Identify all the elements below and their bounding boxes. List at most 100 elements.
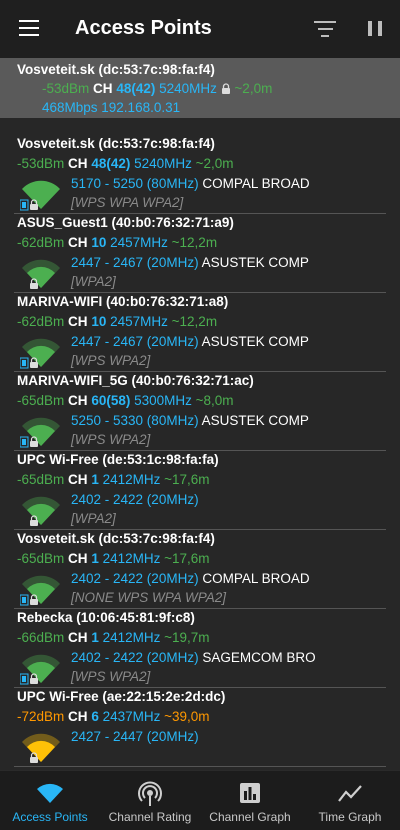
ap-signal: -72dBm	[17, 709, 65, 724]
ap-distance: ~17,6m	[164, 551, 210, 566]
wifi-signal-icon	[20, 654, 60, 685]
connected-ch-label: CH	[93, 81, 113, 96]
bar-chart-icon	[240, 783, 260, 803]
ap-ssid: MARIVA-WIFI (40:b0:76:32:71:a8)	[17, 294, 229, 309]
divider	[14, 687, 386, 688]
access-point-row[interactable]: MARIVA-WIFI_5G (40:b0:76:32:71:ac) -65dBm…	[0, 373, 400, 452]
ap-distance: ~19,7m	[164, 630, 210, 645]
ap-range: 2447 - 2467 (20MHz) ASUSTEK COMP	[71, 255, 309, 270]
ap-vendor: ASUSTEK COMP	[201, 413, 309, 428]
connected-ssid: Vosveteit.sk (dc:53:7c:98:fa:f4)	[17, 62, 215, 77]
ap-frequency: 2412MHz	[102, 551, 161, 566]
ap-vendor: COMPAL BROAD	[202, 176, 310, 191]
connected-frequency: 5240MHz	[159, 81, 217, 96]
app-bar: Access Points	[0, 0, 400, 58]
wifi-signal-icon	[22, 259, 60, 289]
ap-signal: -65dBm	[17, 551, 65, 566]
ap-ssid: MARIVA-WIFI_5G (40:b0:76:32:71:ac)	[17, 373, 254, 388]
ap-frequency-range: 2447 - 2467 (20MHz)	[71, 334, 199, 349]
tab-channel-graph[interactable]: Channel Graph	[200, 771, 300, 830]
ap-ch-label: CH	[68, 630, 88, 645]
ap-signal: -53dBm	[17, 156, 65, 171]
pause-icon[interactable]	[368, 21, 382, 36]
ap-channel: 10	[91, 235, 107, 250]
ap-range: 5170 - 5250 (80MHz) COMPAL BROAD	[71, 176, 310, 191]
filter-icon[interactable]	[314, 21, 336, 37]
tab-channel-rating[interactable]: Channel Rating	[100, 771, 200, 830]
divider	[14, 450, 386, 451]
divider	[14, 529, 386, 530]
ap-frequency-range: 2402 - 2422 (20MHz)	[71, 650, 199, 665]
connected-signal: -53dBm	[42, 81, 90, 96]
wifi-signal-icon	[20, 417, 60, 448]
ap-ch-label: CH	[68, 472, 88, 487]
ap-ssid: UPC Wi-Free (ae:22:15:2e:2d:dc)	[17, 689, 226, 704]
access-point-row[interactable]: UPC Wi-Free (de:53:1c:98:fa:fa) -65dBm CH…	[0, 452, 400, 531]
ap-ch-label: CH	[68, 235, 88, 250]
wifi-signal-icon	[22, 733, 60, 763]
ap-frequency-range: 2402 - 2422 (20MHz)	[71, 571, 199, 586]
ap-ssid: ASUS_Guest1 (40:b0:76:32:71:a9)	[17, 215, 234, 230]
access-point-row[interactable]: Rebecka (10:06:45:81:9f:c8) -66dBm CH 1 2…	[0, 610, 400, 689]
ap-vendor: SAGEMCOM BRO	[202, 650, 316, 665]
ap-ch-label: CH	[68, 709, 88, 724]
ap-details: -62dBm CH 10 2457MHz ~12,2m	[17, 235, 217, 250]
connected-channel: 48(42)	[116, 81, 156, 96]
ap-range: 2447 - 2467 (20MHz) ASUSTEK COMP	[71, 334, 309, 349]
ap-channel: 48(42)	[91, 156, 131, 171]
wifi-signal-icon	[20, 575, 60, 606]
ap-channel: 6	[91, 709, 99, 724]
ap-capabilities: [WPA2]	[71, 274, 116, 289]
ap-distance: ~8,0m	[195, 393, 234, 408]
access-point-row[interactable]: ASUS_Guest1 (40:b0:76:32:71:a9) -62dBm CH…	[0, 215, 400, 294]
ap-range: 2402 - 2422 (20MHz)	[71, 492, 199, 507]
connected-distance: ~2,0m	[234, 81, 273, 96]
ap-frequency-range: 5250 - 5330 (80MHz)	[71, 413, 199, 428]
ap-signal: -62dBm	[17, 235, 65, 250]
menu-icon[interactable]	[19, 20, 39, 38]
tab-access-points[interactable]: Access Points	[0, 771, 100, 830]
ap-frequency-range: 2447 - 2467 (20MHz)	[71, 255, 199, 270]
lock-icon	[221, 83, 230, 94]
access-point-row[interactable]: Vosveteit.sk (dc:53:7c:98:fa:f4) -65dBm C…	[0, 531, 400, 610]
ap-details: -66dBm CH 1 2412MHz ~19,7m	[17, 630, 210, 645]
ap-range: 5250 - 5330 (80MHz) ASUSTEK COMP	[71, 413, 309, 428]
ap-ch-label: CH	[68, 551, 88, 566]
ap-frequency: 2457MHz	[110, 235, 168, 250]
ap-distance: ~12,2m	[171, 235, 218, 250]
divider	[14, 213, 386, 214]
ap-ssid: Vosveteit.sk (dc:53:7c:98:fa:f4)	[17, 136, 215, 151]
divider	[14, 766, 386, 767]
ap-details: -53dBm CH 48(42) 5240MHz ~2,0m	[17, 156, 234, 171]
ap-frequency-range: 5170 - 5250 (80MHz)	[71, 176, 199, 191]
access-point-list[interactable]: Vosveteit.sk (dc:53:7c:98:fa:f4) -53dBm C…	[0, 136, 400, 770]
tab-label: Access Points	[12, 810, 88, 824]
ap-ch-label: CH	[68, 156, 88, 171]
connected-access-point[interactable]: Vosveteit.sk (dc:53:7c:98:fa:f4) -53dBm …	[0, 58, 400, 118]
ap-details: -65dBm CH 1 2412MHz ~17,6m	[17, 551, 210, 566]
ap-capabilities: [WPS WPA2]	[71, 669, 151, 684]
ap-frequency: 2457MHz	[110, 314, 168, 329]
ap-frequency: 5240MHz	[134, 156, 192, 171]
wps-icon	[20, 673, 29, 685]
ap-frequency: 2412MHz	[102, 630, 161, 645]
access-point-row[interactable]: UPC Wi-Free (ae:22:15:2e:2d:dc) -72dBm CH…	[0, 689, 400, 768]
connected-speed-ip: 468Mbps 192.168.0.31	[42, 100, 181, 115]
line-chart-icon	[338, 785, 362, 802]
signal-broadcast-icon	[138, 781, 162, 806]
access-point-row[interactable]: MARIVA-WIFI (40:b0:76:32:71:a8) -62dBm CH…	[0, 294, 400, 373]
ap-capabilities: [WPS WPA WPA2]	[71, 195, 184, 210]
ap-distance: ~17,6m	[164, 472, 210, 487]
tab-label: Channel Rating	[108, 810, 192, 824]
wps-icon	[20, 357, 29, 369]
access-point-row[interactable]: Vosveteit.sk (dc:53:7c:98:fa:f4) -53dBm C…	[0, 136, 400, 215]
tab-time-graph[interactable]: Time Graph	[300, 771, 400, 830]
ap-channel: 1	[91, 630, 99, 645]
ap-capabilities: [WPA2]	[71, 511, 116, 526]
ap-signal: -62dBm	[17, 314, 65, 329]
wifi-icon	[37, 783, 63, 803]
ap-ssid: Rebecka (10:06:45:81:9f:c8)	[17, 610, 195, 625]
page-title: Access Points	[75, 17, 212, 39]
ap-signal: -66dBm	[17, 630, 65, 645]
divider	[14, 371, 386, 372]
